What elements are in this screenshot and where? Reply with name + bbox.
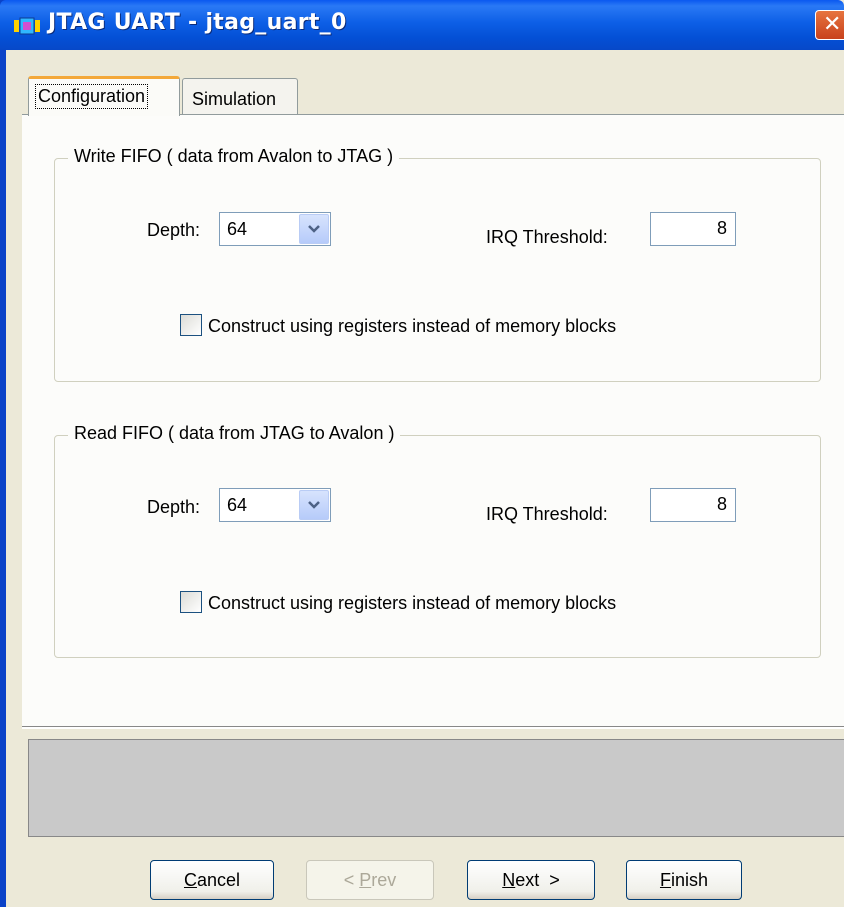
tab-simulation-label: Simulation bbox=[192, 89, 277, 109]
write-irq-label: IRQ Threshold: bbox=[486, 227, 608, 247]
close-icon: ✕ bbox=[823, 12, 842, 37]
divider bbox=[22, 726, 844, 729]
tab-configuration-label: Configuration bbox=[35, 84, 149, 109]
tab-simulation[interactable]: Simulation bbox=[182, 78, 298, 116]
read-registers-checkbox[interactable] bbox=[180, 591, 202, 613]
write-irq-threshold-field[interactable] bbox=[651, 213, 733, 243]
read-registers-label[interactable]: Construct using registers instead of mem… bbox=[208, 593, 616, 614]
read-irq-label: IRQ Threshold: bbox=[486, 504, 608, 524]
close-button[interactable]: ✕ bbox=[815, 10, 844, 40]
tab-configuration[interactable]: Configuration bbox=[28, 76, 180, 116]
write-depth-label: Depth: bbox=[147, 220, 201, 240]
write-registers-label[interactable]: Construct using registers instead of mem… bbox=[208, 316, 616, 337]
finish-button[interactable]: Finish bbox=[626, 860, 742, 900]
window-title: JTAG UART - jtag_uart_0 bbox=[48, 10, 347, 35]
chevron-down-icon[interactable] bbox=[299, 214, 329, 244]
read-depth-select[interactable]: 64 bbox=[219, 488, 331, 522]
write-registers-checkbox[interactable] bbox=[180, 314, 202, 336]
write-fifo-title: Write FIFO ( data from Avalon to JTAG ) bbox=[68, 146, 400, 167]
next-button[interactable]: Next > bbox=[467, 860, 595, 900]
read-irq-threshold-input[interactable] bbox=[650, 488, 736, 522]
write-irq-threshold-input[interactable] bbox=[650, 212, 736, 246]
component-icon bbox=[14, 17, 40, 35]
chevron-down-icon[interactable] bbox=[299, 490, 329, 520]
write-fifo-group: Write FIFO ( data from Avalon to JTAG ) bbox=[54, 146, 821, 382]
read-fifo-group: Read FIFO ( data from JTAG to Avalon ) bbox=[54, 423, 821, 658]
prev-button[interactable]: < Prev bbox=[306, 860, 434, 900]
write-depth-value: 64 bbox=[227, 219, 248, 239]
read-depth-value: 64 bbox=[227, 495, 248, 515]
write-depth-select[interactable]: 64 bbox=[219, 212, 331, 246]
cancel-button[interactable]: Cancel bbox=[150, 860, 274, 900]
message-area bbox=[28, 739, 844, 837]
read-depth-label: Depth: bbox=[147, 497, 201, 517]
read-irq-threshold-field[interactable] bbox=[651, 489, 733, 519]
read-fifo-title: Read FIFO ( data from JTAG to Avalon ) bbox=[68, 423, 401, 444]
title-bar[interactable]: JTAG UART - jtag_uart_0 ✕ bbox=[0, 0, 844, 50]
